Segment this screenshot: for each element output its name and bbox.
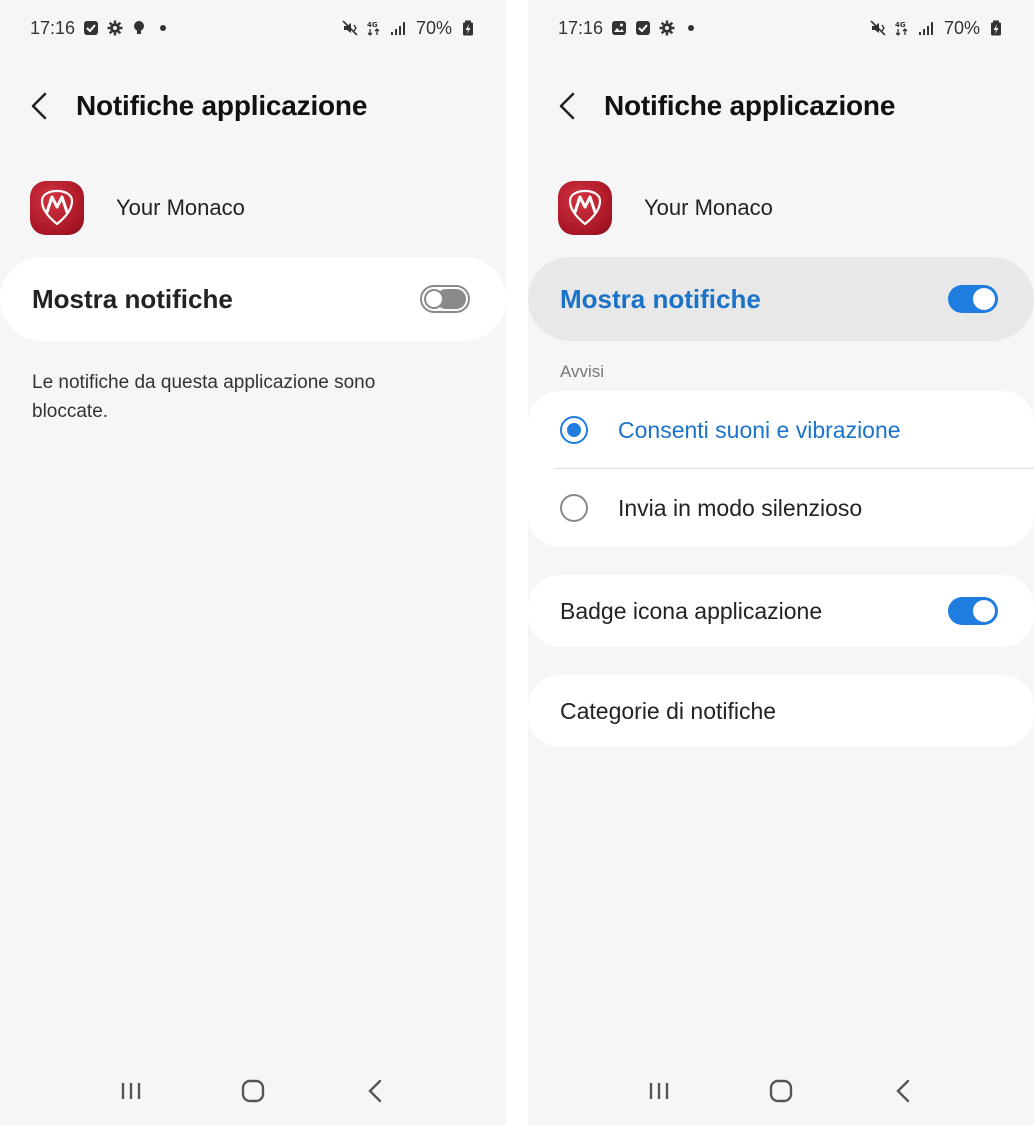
signal-icon (390, 20, 406, 36)
status-right: 4G 70% (342, 18, 476, 39)
home-icon (769, 1079, 793, 1103)
recent-apps-icon (649, 1083, 669, 1099)
app-name: Your Monaco (644, 195, 773, 220)
app-logo-icon (30, 181, 84, 235)
gear-icon (107, 20, 123, 36)
back-nav-icon (896, 1079, 910, 1103)
home-button[interactable] (233, 1071, 273, 1111)
dot-icon (155, 20, 171, 36)
show-notifications-label: Mostra notifiche (32, 283, 233, 314)
blocked-message: Le notifiche da questa applicazione sono… (32, 372, 376, 422)
show-notifications-row[interactable]: Mostra notifiche (0, 257, 506, 341)
home-button[interactable] (761, 1071, 801, 1111)
phone-screen-notifications-off: 17:16 4G 70% Notifiche applicazione Your… (0, 0, 506, 1125)
recent-apps-icon (121, 1083, 141, 1099)
alerts-section-label: Avvisi (560, 362, 605, 381)
alert-option-silent[interactable]: Invia in modo silenzioso (528, 469, 1034, 547)
chevron-left-icon (559, 92, 575, 120)
app-logo-icon (558, 181, 612, 235)
app-name: Your Monaco (116, 195, 245, 220)
show-notifications-label: Mostra notifiche (560, 283, 761, 314)
bulb-icon (131, 20, 147, 36)
show-notifications-row[interactable]: Mostra notifiche (528, 257, 1034, 341)
recent-apps-button[interactable] (111, 1071, 151, 1111)
alert-option-label: Invia in modo silenzioso (618, 494, 863, 521)
status-time: 17:16 (558, 17, 604, 38)
checkbox-notification-icon (83, 20, 99, 36)
image-notification-icon (611, 20, 627, 36)
show-notifications-switch[interactable] (948, 285, 998, 313)
recent-apps-button[interactable] (639, 1071, 679, 1111)
page-title: Notifiche applicazione (604, 90, 896, 121)
battery-percentage: 70% (415, 17, 452, 38)
battery-charging-icon (460, 20, 476, 36)
status-left: 17:16 (30, 18, 171, 39)
status-right: 4G 70% (870, 18, 1004, 39)
status-bar: 17:16 4G 70% (30, 14, 476, 42)
back-nav-button[interactable] (883, 1071, 923, 1111)
mute-vibrate-icon (870, 20, 886, 36)
navigation-bar (528, 1071, 1034, 1111)
show-notifications-switch[interactable] (420, 285, 470, 313)
battery-percentage: 70% (943, 17, 980, 38)
header: Notifiche applicazione (558, 82, 1004, 130)
back-nav-icon (368, 1079, 382, 1103)
dot-icon (683, 20, 699, 36)
status-time: 17:16 (30, 17, 76, 38)
chevron-left-icon (31, 92, 47, 120)
notification-categories-row[interactable]: Categorie di notifiche (528, 675, 1034, 747)
back-nav-button[interactable] (355, 1071, 395, 1111)
app-info-row: Your Monaco (558, 180, 1004, 236)
alert-option-label: Consenti suoni e vibrazione (618, 416, 901, 443)
gear-icon (659, 20, 675, 36)
app-info-row: Your Monaco (30, 180, 476, 236)
4g-icon: 4G (366, 20, 382, 36)
signal-icon (918, 20, 934, 36)
status-bar: 17:16 4G 70% (558, 14, 1004, 42)
back-button[interactable] (30, 86, 56, 126)
battery-charging-icon (988, 20, 1004, 36)
page-title: Notifiche applicazione (76, 90, 368, 121)
alerts-card: Consenti suoni e vibrazione Invia in mod… (528, 391, 1034, 547)
switch-track (436, 289, 466, 309)
alert-option-sound-vibration[interactable]: Consenti suoni e vibrazione (528, 391, 1034, 469)
svg-text:4G: 4G (895, 21, 906, 29)
mute-vibrate-icon (342, 20, 358, 36)
app-icon-badge-label: Badge icona applicazione (560, 597, 823, 624)
status-left: 17:16 (558, 18, 699, 39)
phone-screen-notifications-on: 17:16 4G 70% Notifiche applicazione Your… (528, 0, 1034, 1125)
back-button[interactable] (558, 86, 584, 126)
header: Notifiche applicazione (30, 82, 476, 130)
checkbox-notification-icon (635, 20, 651, 36)
svg-text:4G: 4G (367, 21, 378, 29)
navigation-bar (0, 1071, 506, 1111)
4g-icon: 4G (894, 20, 910, 36)
home-icon (241, 1079, 265, 1103)
radio-unselected[interactable] (560, 494, 588, 522)
app-icon-badge-row[interactable]: Badge icona applicazione (528, 575, 1034, 647)
app-icon-badge-switch[interactable] (948, 597, 998, 625)
radio-selected[interactable] (560, 416, 588, 444)
notification-categories-label: Categorie di notifiche (560, 697, 777, 724)
